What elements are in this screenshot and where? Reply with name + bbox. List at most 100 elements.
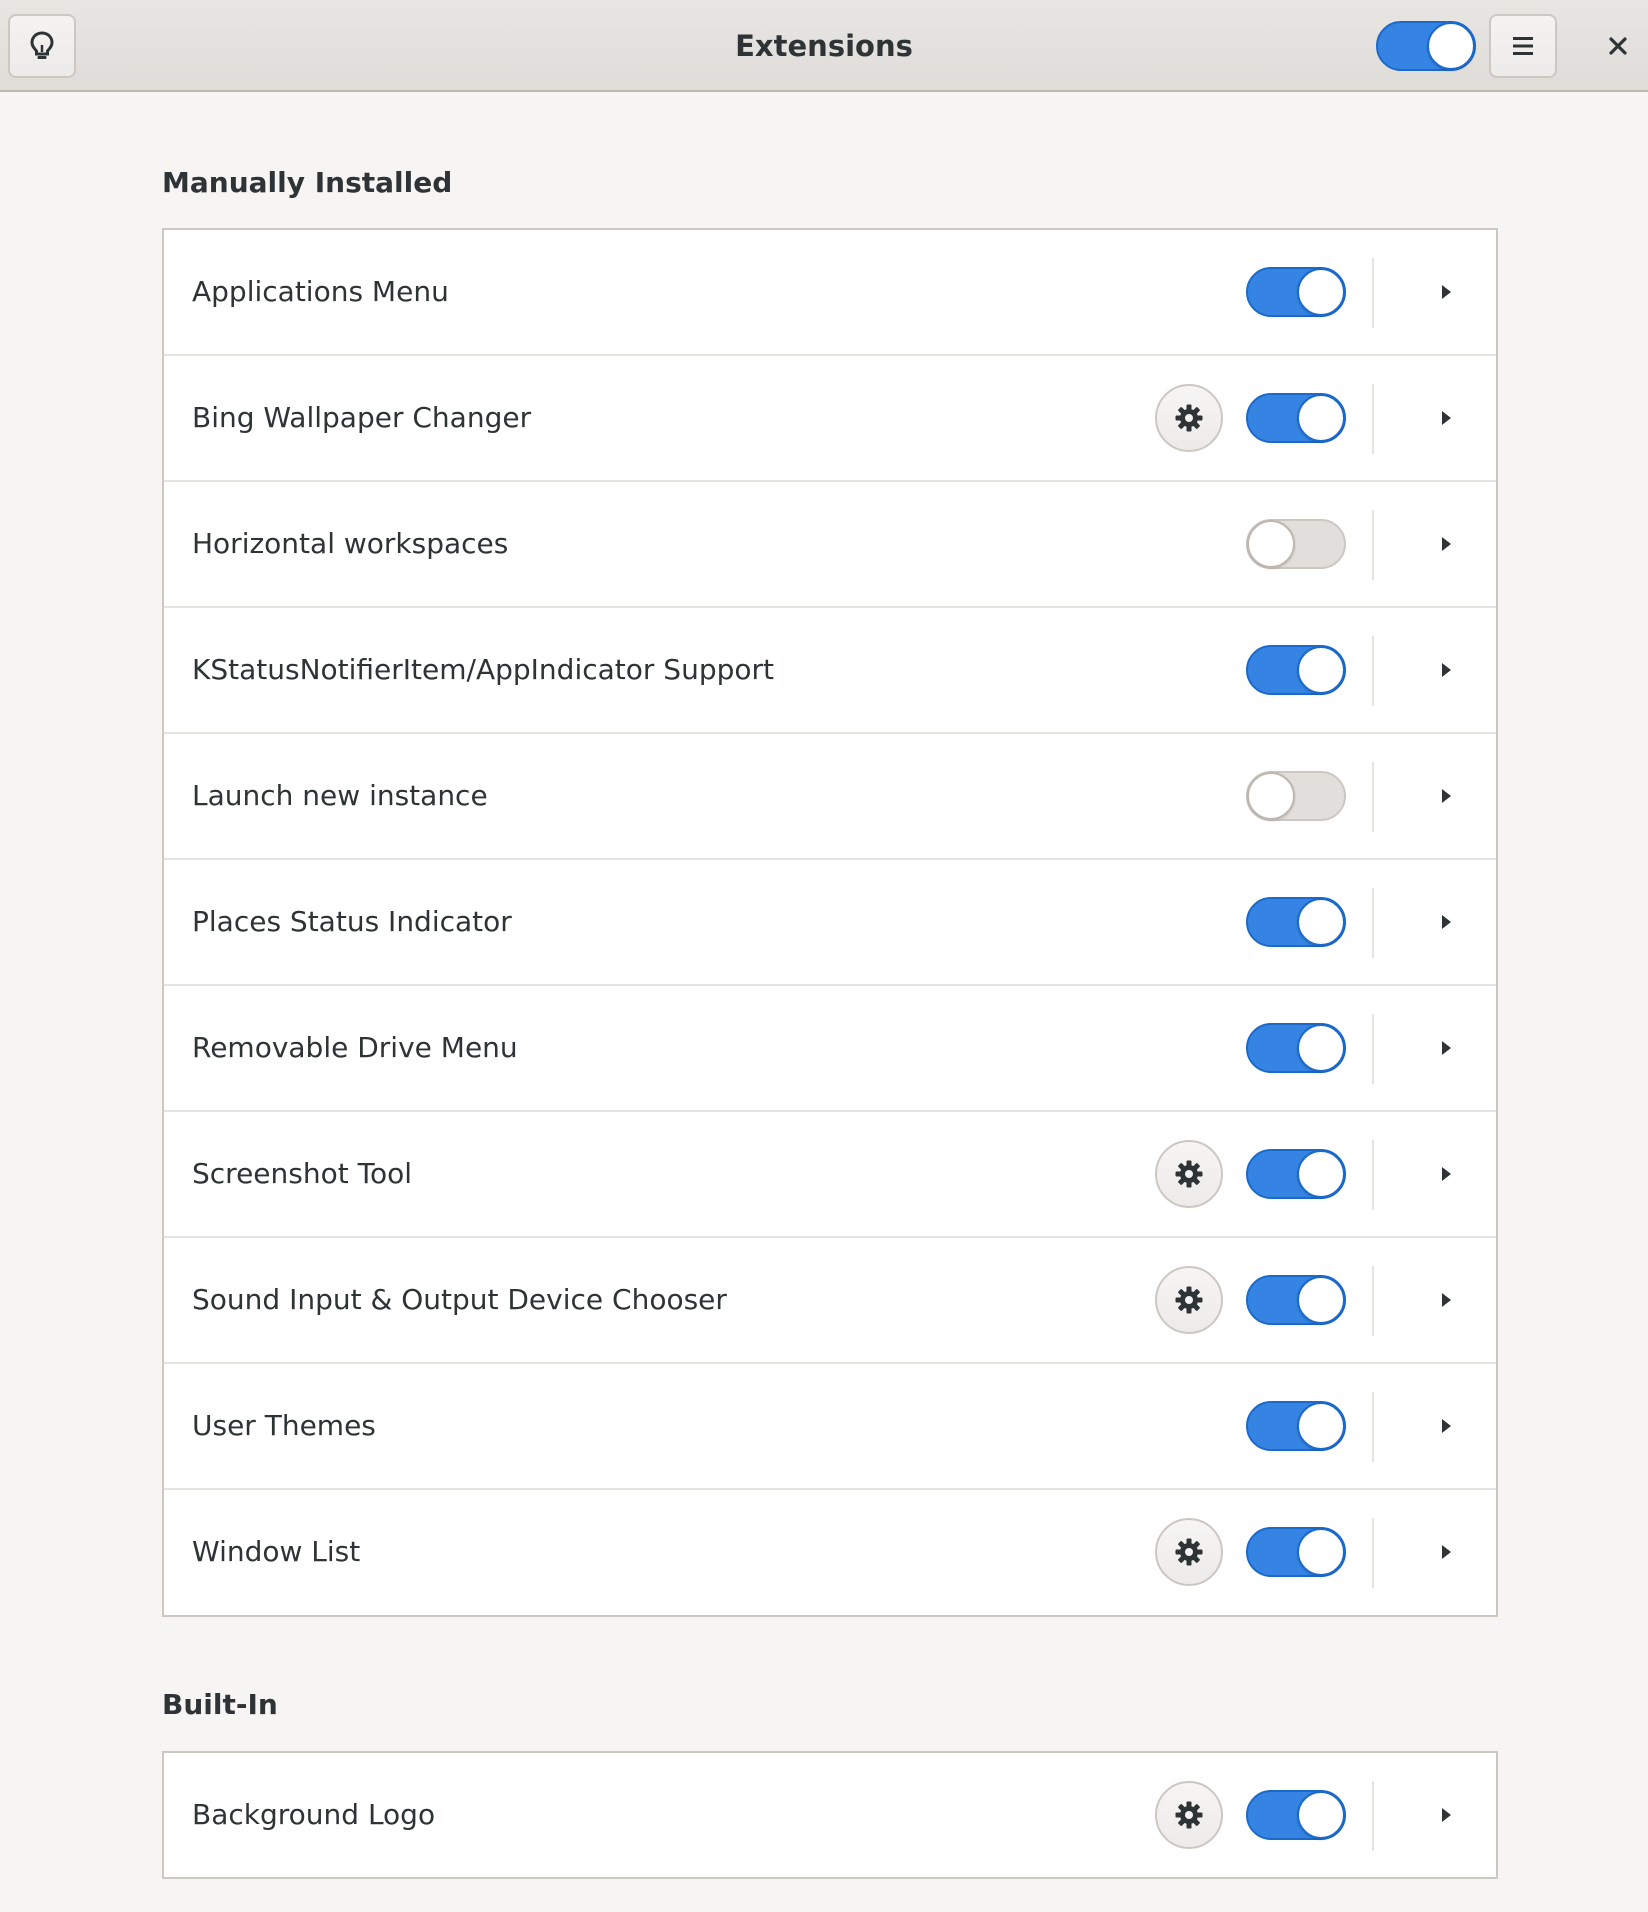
extension-settings-button[interactable] xyxy=(1155,1781,1223,1849)
tips-button[interactable] xyxy=(8,14,76,78)
extension-enable-switch[interactable] xyxy=(1246,393,1346,443)
main-menu-button[interactable] xyxy=(1489,14,1557,78)
extension-enable-switch[interactable] xyxy=(1246,1023,1346,1073)
switch-knob xyxy=(1297,898,1345,946)
extension-row-horizontal-workspaces[interactable]: Horizontal workspaces xyxy=(164,482,1496,608)
triangle-right-icon xyxy=(1442,663,1451,677)
section-title-built-in: Built-In xyxy=(162,1688,278,1721)
switch-knob xyxy=(1297,394,1345,442)
extension-settings-button[interactable] xyxy=(1155,1518,1223,1586)
extension-name: Window List xyxy=(192,1535,361,1568)
extensions-list-manually-installed: Applications Menu Bing Wallpaper Changer H… xyxy=(162,228,1498,1617)
triangle-right-icon xyxy=(1442,1545,1451,1559)
triangle-right-icon xyxy=(1442,1167,1451,1181)
switch-knob xyxy=(1297,1791,1345,1839)
expand-details-button[interactable] xyxy=(1424,396,1468,440)
extension-enable-switch[interactable] xyxy=(1246,267,1346,317)
row-separator xyxy=(1372,888,1374,958)
extension-settings-button[interactable] xyxy=(1155,1266,1223,1334)
extension-row-bing-wallpaper-changer[interactable]: Bing Wallpaper Changer xyxy=(164,356,1496,482)
extension-name: Launch new instance xyxy=(192,779,488,812)
switch-knob xyxy=(1297,1528,1345,1576)
extension-enable-switch[interactable] xyxy=(1246,1527,1346,1577)
switch-knob xyxy=(1297,1402,1345,1450)
row-separator xyxy=(1372,636,1374,706)
extension-enable-switch[interactable] xyxy=(1246,771,1346,821)
triangle-right-icon xyxy=(1442,1419,1451,1433)
extension-row-launch-new-instance[interactable]: Launch new instance xyxy=(164,734,1496,860)
extensions-list-built-in: Background Logo xyxy=(162,1751,1498,1879)
global-extensions-switch[interactable] xyxy=(1376,21,1476,71)
extension-row-user-themes[interactable]: User Themes xyxy=(164,1364,1496,1490)
extension-name: Places Status Indicator xyxy=(192,905,512,938)
switch-knob xyxy=(1427,22,1475,70)
gear-icon xyxy=(1175,404,1203,432)
extension-name: Removable Drive Menu xyxy=(192,1031,518,1064)
extension-name: User Themes xyxy=(192,1409,376,1442)
header-bar: Extensions xyxy=(0,0,1648,92)
close-button[interactable] xyxy=(1594,22,1642,70)
row-separator xyxy=(1372,384,1374,454)
extension-row-window-list[interactable]: Window List xyxy=(164,1490,1496,1614)
extension-row-background-logo[interactable]: Background Logo xyxy=(164,1753,1496,1877)
extension-row-screenshot-tool[interactable]: Screenshot Tool xyxy=(164,1112,1496,1238)
row-separator xyxy=(1372,1781,1374,1851)
switch-knob xyxy=(1297,646,1345,694)
expand-details-button[interactable] xyxy=(1424,1278,1468,1322)
extension-row-applications-menu[interactable]: Applications Menu xyxy=(164,230,1496,356)
extension-enable-switch[interactable] xyxy=(1246,1149,1346,1199)
row-separator xyxy=(1372,258,1374,328)
gear-icon xyxy=(1175,1538,1203,1566)
lightbulb-icon xyxy=(30,31,54,59)
extension-enable-switch[interactable] xyxy=(1246,519,1346,569)
extension-name: Background Logo xyxy=(192,1798,436,1831)
row-separator xyxy=(1372,762,1374,832)
extension-enable-switch[interactable] xyxy=(1246,1401,1346,1451)
expand-details-button[interactable] xyxy=(1424,648,1468,692)
switch-knob xyxy=(1297,268,1345,316)
triangle-right-icon xyxy=(1442,789,1451,803)
switch-knob xyxy=(1247,520,1295,568)
extension-row-removable-drive-menu[interactable]: Removable Drive Menu xyxy=(164,986,1496,1112)
row-separator xyxy=(1372,510,1374,580)
row-separator xyxy=(1372,1266,1374,1336)
triangle-right-icon xyxy=(1442,285,1451,299)
extension-enable-switch[interactable] xyxy=(1246,1790,1346,1840)
close-icon xyxy=(1609,37,1627,55)
switch-knob xyxy=(1297,1276,1345,1324)
switch-knob xyxy=(1247,772,1295,820)
extension-enable-switch[interactable] xyxy=(1246,1275,1346,1325)
hamburger-menu-icon xyxy=(1513,37,1533,55)
expand-details-button[interactable] xyxy=(1424,774,1468,818)
extension-row-sound-input-output-device-chooser[interactable]: Sound Input & Output Device Chooser xyxy=(164,1238,1496,1364)
gear-icon xyxy=(1175,1801,1203,1829)
expand-details-button[interactable] xyxy=(1424,900,1468,944)
triangle-right-icon xyxy=(1442,1293,1451,1307)
gear-icon xyxy=(1175,1286,1203,1314)
extension-name: KStatusNotifierItem/AppIndicator Support xyxy=(192,653,774,686)
expand-details-button[interactable] xyxy=(1424,1026,1468,1070)
row-separator xyxy=(1372,1140,1374,1210)
extension-row-places-status-indicator[interactable]: Places Status Indicator xyxy=(164,860,1496,986)
triangle-right-icon xyxy=(1442,915,1451,929)
expand-details-button[interactable] xyxy=(1424,1404,1468,1448)
row-separator xyxy=(1372,1518,1374,1588)
triangle-right-icon xyxy=(1442,537,1451,551)
expand-details-button[interactable] xyxy=(1424,270,1468,314)
extension-row-kstatusnotifieritem-appindicator-support[interactable]: KStatusNotifierItem/AppIndicator Support xyxy=(164,608,1496,734)
expand-details-button[interactable] xyxy=(1424,1530,1468,1574)
extension-name: Sound Input & Output Device Chooser xyxy=(192,1283,727,1316)
triangle-right-icon xyxy=(1442,1808,1451,1822)
expand-details-button[interactable] xyxy=(1424,1152,1468,1196)
expand-details-button[interactable] xyxy=(1424,522,1468,566)
gear-icon xyxy=(1175,1160,1203,1188)
extension-name: Screenshot Tool xyxy=(192,1157,412,1190)
extension-enable-switch[interactable] xyxy=(1246,645,1346,695)
extension-name: Bing Wallpaper Changer xyxy=(192,401,532,434)
switch-knob xyxy=(1297,1150,1345,1198)
extension-settings-button[interactable] xyxy=(1155,384,1223,452)
expand-details-button[interactable] xyxy=(1424,1793,1468,1837)
extension-settings-button[interactable] xyxy=(1155,1140,1223,1208)
section-title-manually-installed: Manually Installed xyxy=(162,166,453,199)
extension-enable-switch[interactable] xyxy=(1246,897,1346,947)
